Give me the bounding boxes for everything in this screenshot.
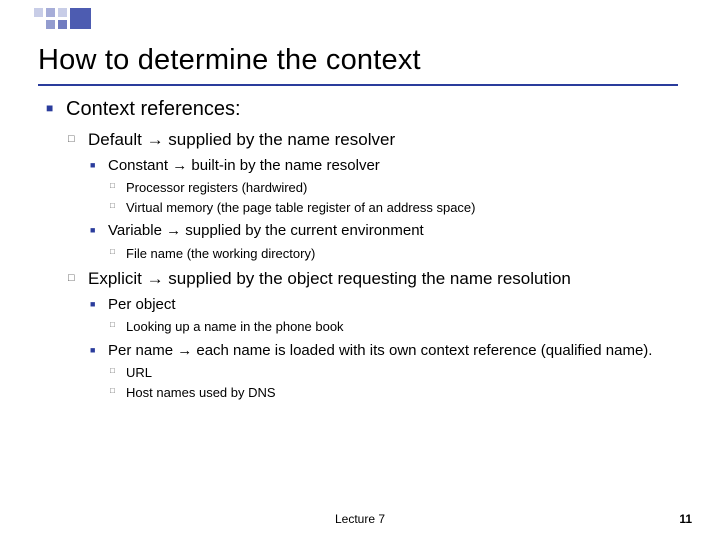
text: Virtual memory (the page table register … (126, 200, 476, 215)
text: Looking up a name in the phone book (126, 319, 344, 334)
text: Constant → built-in by the name resolver (108, 157, 380, 174)
text: Per name → each name is loaded with its … (108, 342, 652, 359)
slide-decoration (0, 0, 120, 44)
bullet-lvl2: Constant → built-in by the name resolver… (88, 156, 690, 216)
text: Host names used by DNS (126, 385, 276, 400)
text: File name (the working directory) (126, 246, 315, 261)
title-area: How to determine the context (38, 44, 690, 77)
slide: How to determine the context Context ref… (0, 0, 720, 540)
bullet-lvl3: URL (108, 364, 690, 382)
footer-page-number: 11 (679, 512, 692, 526)
bullet-lvl0: Context references: Default → supplied b… (44, 96, 690, 401)
bullet-lvl3: Virtual memory (the page table register … (108, 199, 690, 217)
text: Processor registers (hardwired) (126, 180, 307, 195)
bullet-lvl1: Explicit → supplied by the object reques… (66, 268, 690, 401)
text: Explicit → supplied by the object reques… (88, 269, 571, 288)
text: Context references: (66, 98, 241, 120)
bullet-lvl2: Per object Looking up a name in the phon… (88, 295, 690, 336)
content-body: Context references: Default → supplied b… (44, 96, 690, 409)
bullet-lvl3: Processor registers (hardwired) (108, 179, 690, 197)
bullet-lvl2: Variable → supplied by the current envir… (88, 221, 690, 262)
footer-lecture: Lecture 7 (0, 512, 720, 526)
bullet-lvl2: Per name → each name is loaded with its … (88, 341, 690, 401)
page-title: How to determine the context (38, 44, 690, 77)
text: URL (126, 365, 152, 380)
bullet-lvl1: Default → supplied by the name resolver … (66, 129, 690, 262)
text: Variable → supplied by the current envir… (108, 222, 424, 239)
title-underline (38, 84, 678, 86)
bullet-lvl3: Host names used by DNS (108, 384, 690, 402)
text: Default → supplied by the name resolver (88, 130, 395, 149)
bullet-lvl3: File name (the working directory) (108, 245, 690, 263)
text: Per object (108, 296, 176, 313)
bullet-lvl3: Looking up a name in the phone book (108, 318, 690, 336)
